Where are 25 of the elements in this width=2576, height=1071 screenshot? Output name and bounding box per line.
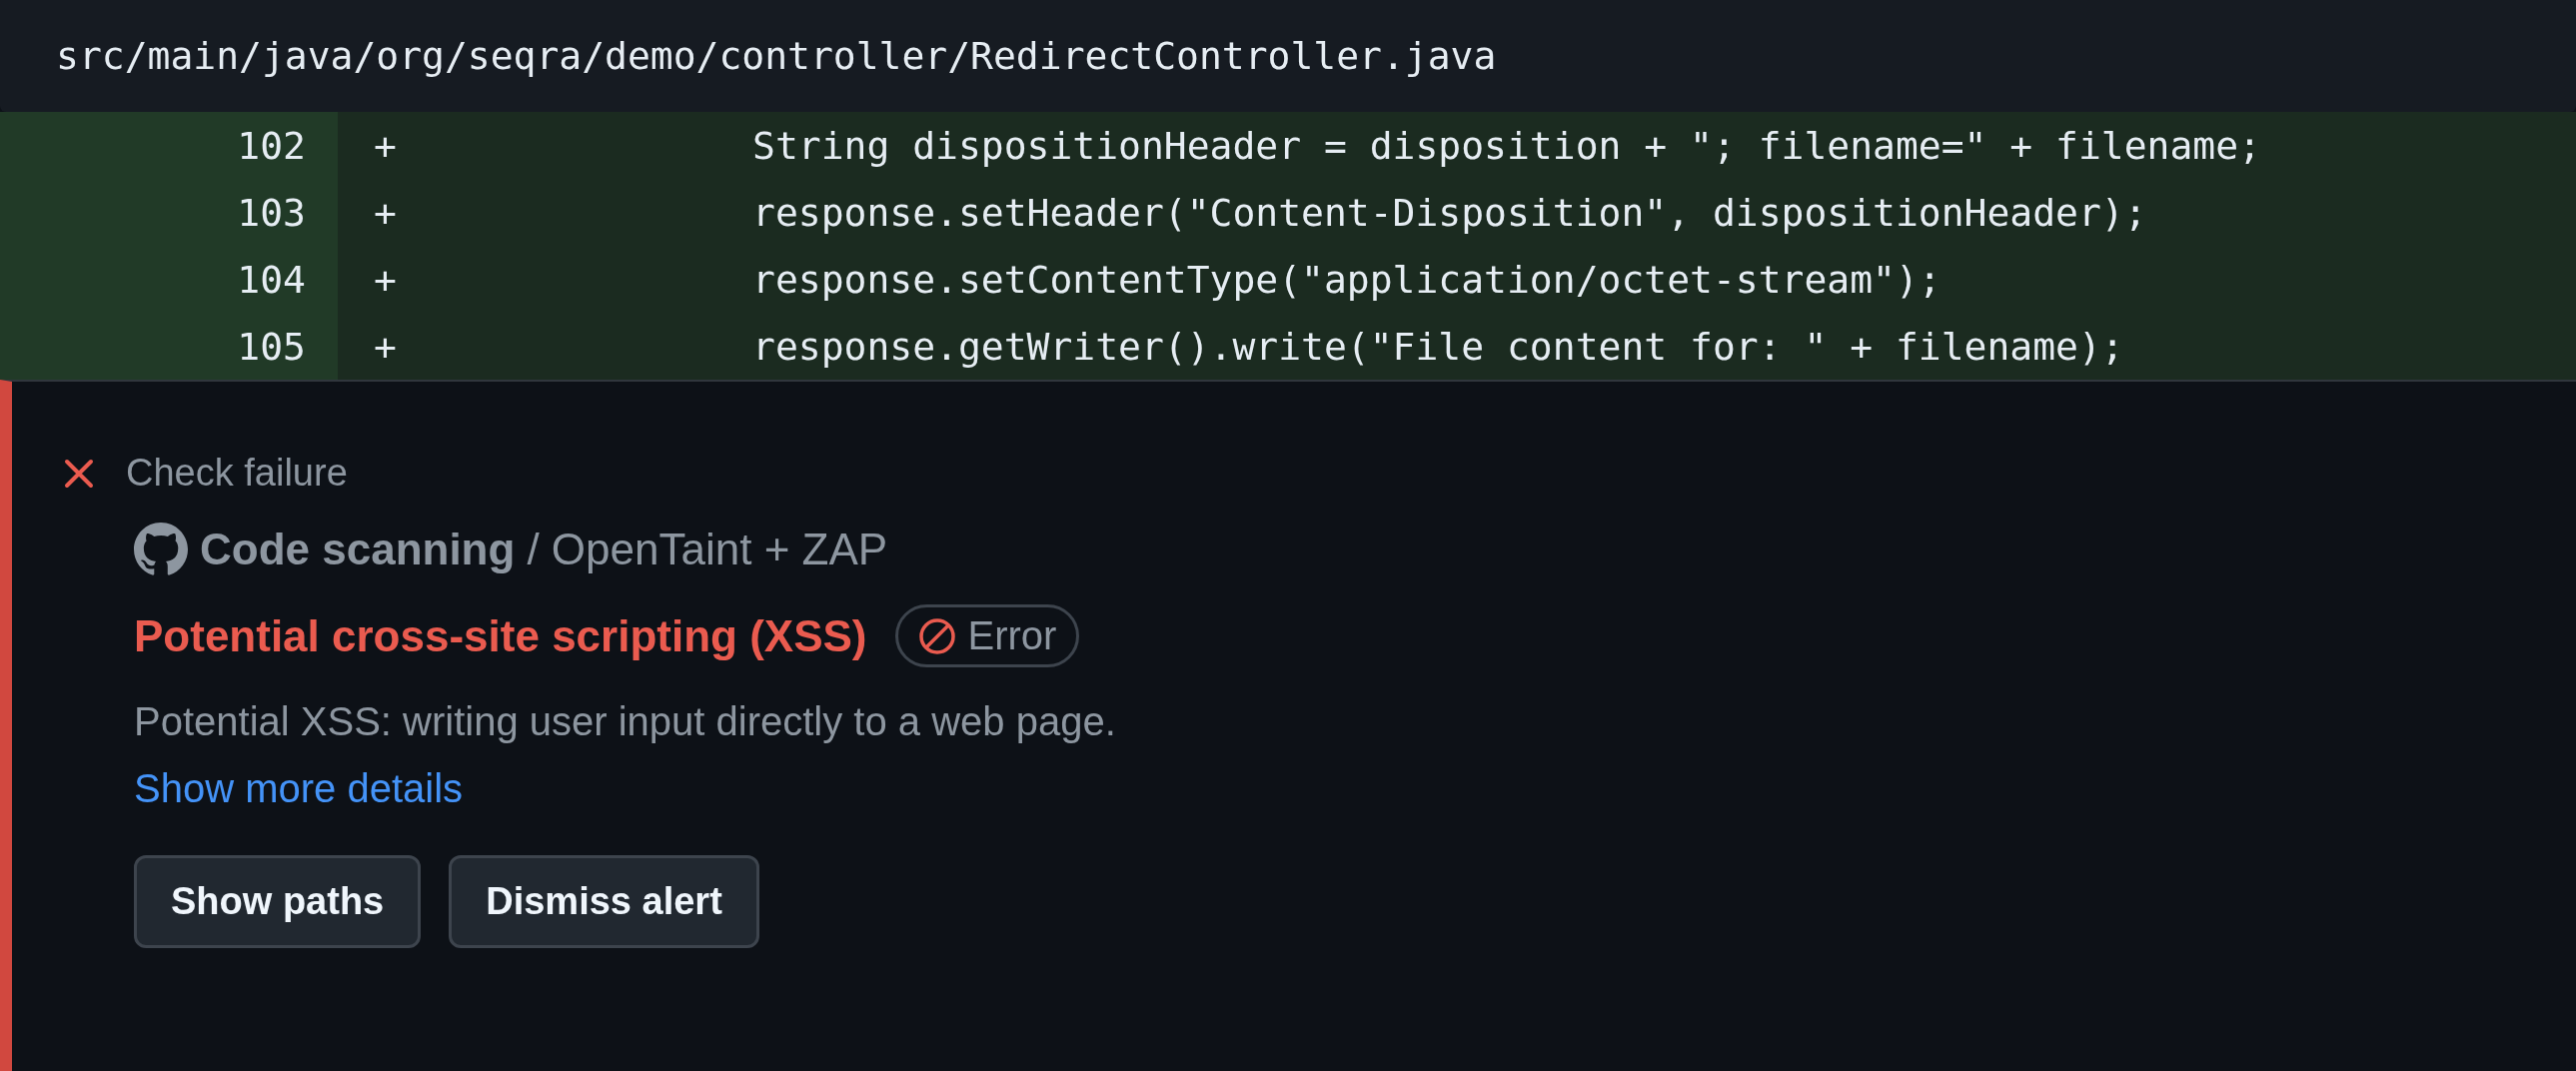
- alert-description: Potential XSS: writing user input directly to a web page.: [134, 699, 1116, 744]
- code-text: response.setContentType("application/octet-stream");: [751, 257, 1941, 302]
- line-number: 104: [0, 246, 338, 313]
- cat-logo-icon: [134, 523, 188, 576]
- details-link[interactable]: Show more details: [134, 766, 464, 811]
- alert-title: Potential cross-site scripting (XSS): [134, 610, 867, 661]
- alert-button[interactable]: Show paths: [134, 855, 422, 948]
- blocked-icon: [917, 616, 956, 655]
- line-number: 105: [0, 313, 338, 380]
- severity-text: Error: [967, 613, 1057, 658]
- code-text: response.getWriter().write("File content for: " + filename);: [751, 324, 2124, 369]
- line-number: 102: [0, 112, 338, 179]
- tool-source: / OpenTaint + ZAP: [527, 525, 888, 574]
- diff-sign: +: [373, 257, 398, 302]
- close-icon: [64, 458, 94, 489]
- code-text: String dispositionHeader = disposition + "; filename=" + filename;: [751, 123, 2261, 168]
- diff-sign: +: [373, 123, 398, 168]
- diff-sign: +: [373, 190, 398, 235]
- code-text: response.setHeader("Content-Disposition", dispositionHeader);: [751, 190, 2147, 235]
- diff-sign: +: [373, 324, 398, 369]
- file-path: src/main/java/org/seqra/demo/controller/RedirectController.java: [56, 34, 1497, 78]
- line-number: 103: [0, 179, 338, 246]
- tool-name: Code scanning: [200, 525, 516, 574]
- alert-button[interactable]: Dismiss alert: [449, 855, 759, 948]
- check-status: Check failure: [126, 452, 348, 495]
